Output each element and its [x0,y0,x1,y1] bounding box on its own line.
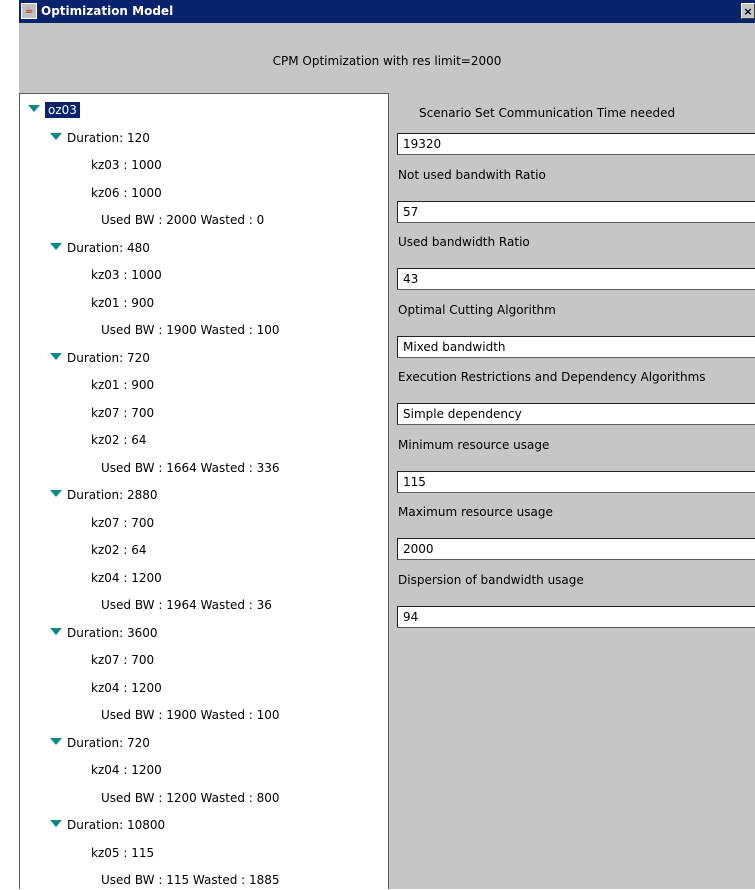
expand-triangle-icon[interactable] [50,242,62,250]
expand-triangle-icon[interactable] [28,105,40,112]
expand-triangle-icon[interactable] [50,132,62,140]
duration-label: Duration: 120 [67,130,150,145]
tree-duration-node[interactable]: Duration: 120 [50,128,150,148]
expand-triangle-icon[interactable] [50,820,62,827]
tree-resource-leaf[interactable]: kz03 : 1000 [91,265,162,285]
tree-duration-node[interactable]: Duration: 10800 [50,815,165,835]
field-label: Used bandwidth Ratio [398,235,530,249]
tree-bandwidth-summary-leaf[interactable]: Used BW : 1200 Wasted : 800 [101,788,280,808]
field-value-input[interactable] [397,335,755,358]
tree-duration-node[interactable]: Duration: 3600 [50,623,158,643]
tree-resource-leaf[interactable]: kz03 : 1000 [91,155,162,175]
expand-triangle-icon[interactable] [50,352,62,360]
field-label: Dispersion of bandwidth usage [398,572,584,587]
field-value-input[interactable] [397,200,755,223]
expand-triangle-icon[interactable] [50,627,62,635]
tree-resource-leaf[interactable]: kz04 : 1200 [91,568,162,588]
field-label: Maximum resource usage [398,505,553,519]
field-value-input[interactable] [397,133,755,155]
tree-root-node[interactable]: oz03 [28,100,80,120]
tree-resource-leaf[interactable]: kz02 : 64 [91,430,146,450]
java-app-icon: ☕ [21,3,37,19]
field-value-input[interactable] [397,403,755,425]
tree-bandwidth-summary-leaf[interactable]: Used BW : 1964 Wasted : 36 [101,595,272,615]
field-value-input[interactable] [397,470,755,493]
field-value-input[interactable] [397,268,755,290]
tree-resource-leaf[interactable]: kz04 : 1200 [91,760,162,780]
duration-label: Duration: 480 [67,240,150,255]
details-panel: Scenario Set Communication Time needed No… [390,93,755,889]
field-label: Minimum resource usage [398,437,550,452]
duration-label: Duration: 10800 [67,818,166,832]
tree-bandwidth-summary-leaf[interactable]: Used BW : 115 Wasted : 1885 [101,870,280,890]
tree-resource-leaf[interactable]: kz04 : 1200 [91,678,162,698]
title-bar[interactable]: ☕ Optimization Model × [19,0,755,23]
duration-label: Duration: 3600 [67,625,158,640]
tree-resource-leaf[interactable]: kz06 : 1000 [91,183,162,203]
duration-label: Duration: 720 [67,350,150,365]
tree-duration-node[interactable]: Duration: 720 [50,733,150,753]
tree-bandwidth-summary-leaf[interactable]: Used BW : 1664 Wasted : 336 [101,458,280,478]
expand-triangle-icon[interactable] [50,737,62,745]
tree-bandwidth-summary-leaf[interactable]: Used BW : 1900 Wasted : 100 [101,320,280,340]
expand-triangle-icon[interactable] [50,490,62,497]
tree-resource-leaf[interactable]: kz02 : 64 [91,540,146,560]
window-title: Optimization Model [41,4,174,18]
tree-bandwidth-summary-leaf[interactable]: Used BW : 1900 Wasted : 100 [101,705,280,725]
duration-label: Duration: 2880 [67,488,158,502]
tree-duration-node[interactable]: Duration: 2880 [50,485,158,505]
tree-resource-leaf[interactable]: kz07 : 700 [91,513,154,533]
field-value-input[interactable] [397,538,755,560]
result-tree[interactable]: oz03 Duration: 120 kz03 : 1000 kz06 : 1000… [19,93,389,889]
tree-duration-node[interactable]: Duration: 720 [50,348,150,368]
tree-duration-node[interactable]: Duration: 480 [50,238,150,258]
duration-label: Duration: 720 [67,735,150,750]
tree-root-label: oz03 [45,102,80,118]
tree-resource-leaf[interactable]: kz07 : 700 [91,650,154,670]
field-label: Execution Restrictions and Dependency Al… [398,370,706,384]
tree-resource-leaf[interactable]: kz01 : 900 [91,375,154,395]
field-label: Not used bandwith Ratio [398,167,546,182]
optimization-header-label: CPM Optimization with res limit=2000 [272,54,502,68]
tree-resource-leaf[interactable]: kz05 : 115 [91,843,154,863]
field-label: Optimal Cutting Algorithm [398,302,556,317]
tree-bandwidth-summary-leaf[interactable]: Used BW : 2000 Wasted : 0 [101,210,264,230]
close-button[interactable]: × [741,3,755,19]
tree-resource-leaf[interactable]: kz07 : 700 [91,403,154,423]
tree-resource-leaf[interactable]: kz01 : 900 [91,293,154,313]
field-label: Scenario Set Communication Time needed [419,106,676,120]
field-value-input[interactable] [397,605,755,628]
optimization-model-window: ☕ Optimization Model × CPM Optimization … [19,0,755,889]
